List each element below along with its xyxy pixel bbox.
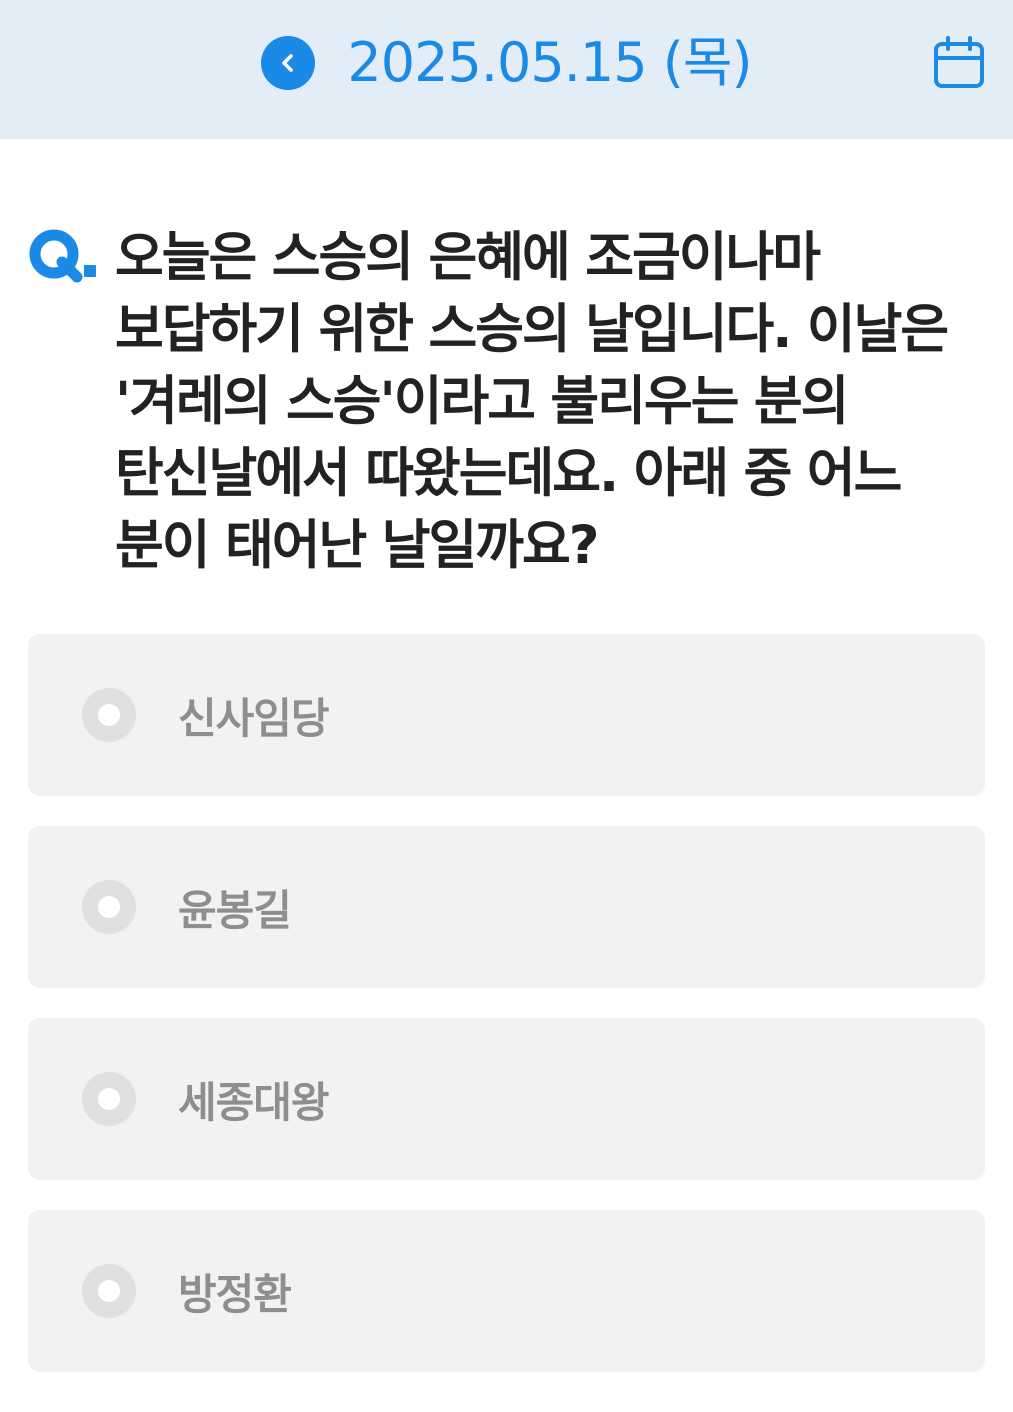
date-header: 2025.05.15 (목) [0,0,1013,139]
radio-dot [98,1088,120,1110]
calendar-icon [934,36,984,88]
previous-day-button[interactable] [261,36,316,90]
radio-button[interactable] [82,688,136,742]
radio-dot [98,704,120,726]
q-mark-icon [29,229,96,283]
answer-option[interactable]: 윤봉길 [28,826,985,988]
question-marker [27,222,115,582]
radio-button[interactable] [82,1264,136,1318]
radio-button[interactable] [82,1072,136,1126]
date-navigator: 2025.05.15 (목) [0,30,1013,96]
calendar-button[interactable] [932,36,986,90]
radio-dot [98,896,120,918]
answer-option[interactable]: 신사임당 [28,634,985,796]
question-block: 오늘은 스승의 은혜에 조금이나마 보답하기 위한 스승의 날입니다. 이날은 … [27,222,982,582]
answer-option-label: 신사임당 [178,693,330,743]
answer-option-label: 세종대왕 [178,1077,330,1127]
radio-dot [98,1280,120,1302]
answer-option-label: 방정환 [178,1269,292,1319]
chevron-left-icon [282,54,294,72]
radio-button[interactable] [82,880,136,934]
answer-options: 신사임당 윤봉길 세종대왕 방정환 [28,634,985,1402]
answer-option-label: 윤봉길 [178,885,292,935]
answer-option[interactable]: 세종대왕 [28,1018,985,1180]
current-date: 2025.05.15 (목) [347,31,752,94]
answer-option[interactable]: 방정환 [28,1210,985,1372]
question-text: 오늘은 스승의 은혜에 조금이나마 보답하기 위한 스승의 날입니다. 이날은 … [115,227,949,576]
